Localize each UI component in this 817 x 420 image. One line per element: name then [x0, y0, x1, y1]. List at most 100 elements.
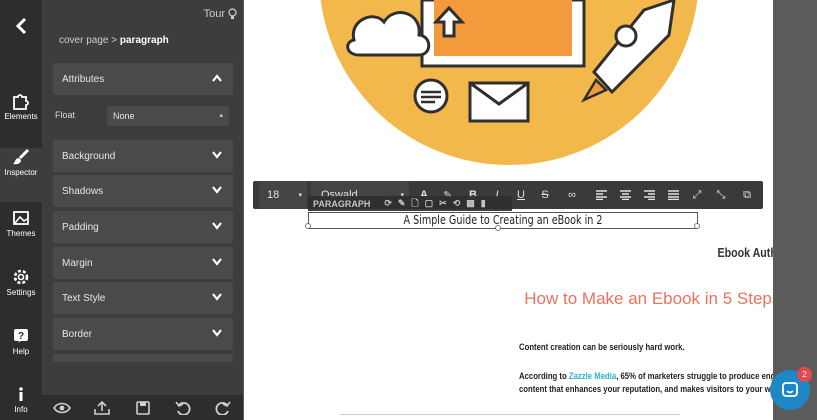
inspector-panel: Tour cover page > paragraph Attributes F… [42, 0, 243, 395]
rail-item-label: Elements [4, 112, 38, 121]
underline-icon: U [517, 189, 525, 201]
info-icon [19, 387, 23, 401]
breadcrumb-parent[interactable]: cover page [59, 35, 108, 46]
tour-label: Tour [203, 8, 225, 20]
body-text: According to [519, 371, 569, 381]
breadcrumb-separator: > [111, 35, 118, 46]
chevron-down-icon [212, 151, 222, 159]
rail-item-settings[interactable]: Settings [0, 268, 42, 322]
body-paragraph-1[interactable]: Content creation can be seriously hard w… [519, 341, 773, 354]
undo-button[interactable] [163, 395, 203, 420]
author-text[interactable]: Ebook Author [536, 245, 773, 260]
bottom-toolbar [42, 395, 243, 420]
zazzle-media-link[interactable]: Zazzle Media [569, 371, 616, 381]
eye-icon [53, 402, 72, 413]
section-label: Border [62, 328, 93, 340]
split-button[interactable]: ⧉ [737, 181, 757, 209]
float-value: None [113, 111, 135, 121]
strikethrough-icon: S [541, 189, 549, 201]
rail-item-info[interactable]: Info [0, 385, 42, 420]
publish-button[interactable] [82, 395, 122, 420]
align-left-button[interactable] [593, 181, 609, 209]
float-select[interactable]: None ▴ [107, 106, 229, 126]
redo-button[interactable] [203, 395, 243, 420]
chevron-down-icon [212, 258, 222, 266]
chevron-left-icon [15, 17, 27, 35]
rail-item-inspector[interactable]: Inspector [0, 148, 42, 202]
section-margin[interactable]: Margin [53, 247, 233, 279]
resize-handle[interactable] [305, 223, 311, 229]
brush-icon [13, 148, 30, 165]
expand-button[interactable]: ⤢ [689, 181, 705, 209]
section-label: Shadows [62, 185, 104, 197]
left-rail: Elements Inspector Themes Settings ? Hel… [0, 0, 42, 420]
chevron-down-icon [212, 222, 222, 230]
expand-icon: ⤢ [692, 188, 702, 201]
resize-handle[interactable] [694, 223, 700, 229]
justify-icon [667, 190, 679, 200]
float-label: Float [55, 110, 76, 120]
rail-item-themes[interactable]: Themes [0, 209, 42, 263]
collapse-button[interactable]: ⤡ [713, 181, 729, 209]
link-button[interactable]: ∞ [563, 181, 581, 209]
undo-icon [175, 401, 191, 415]
chevron-down-icon [212, 329, 222, 337]
section-label: Background [62, 150, 116, 162]
paragraph-text[interactable]: A Simple Guide to Creating an eBook in 2 [349, 213, 658, 227]
cover-illustration [320, 0, 698, 165]
section-shadows[interactable]: Shadows [53, 175, 233, 207]
preview-button[interactable] [42, 395, 82, 420]
chevron-down-icon [212, 293, 222, 301]
collapse-icon: ⤡ [716, 188, 726, 201]
breadcrumb-current: paragraph [119, 35, 169, 46]
select-arrows-icon: ▴ [219, 112, 223, 119]
split-icon: ⧉ [743, 188, 751, 201]
align-center-button[interactable] [617, 181, 633, 209]
chevron-down-icon [212, 186, 222, 194]
align-right-icon [643, 190, 655, 200]
rail-item-elements[interactable]: Elements [0, 92, 42, 146]
image-icon [13, 211, 29, 225]
rail-item-help[interactable]: ? Help [0, 327, 42, 381]
align-right-button[interactable] [641, 181, 657, 209]
section-attributes[interactable]: Attributes [53, 63, 233, 95]
chat-icon [782, 382, 798, 397]
rail-item-label: Settings [6, 288, 36, 297]
section-border[interactable]: Border [53, 318, 233, 350]
caret-icon: ▾ [298, 192, 302, 199]
svg-text:?: ? [18, 331, 24, 342]
save-icon [135, 400, 150, 415]
link-icon: ∞ [568, 189, 576, 201]
element-actions[interactable]: ⟳✎🗋▢✂⟲▦▮ [384, 196, 491, 212]
section-next-partial[interactable] [53, 354, 233, 362]
divider-line [340, 414, 680, 415]
back-button[interactable] [0, 0, 42, 52]
puzzle-icon [13, 94, 29, 110]
headline-text[interactable]: How to Make an Ebook in 5 Steps Without … [488, 289, 773, 309]
section-background[interactable]: Background [53, 140, 233, 172]
app-root: Elements Inspector Themes Settings ? Hel… [0, 0, 817, 420]
element-tag-label: PARAGRAPH [313, 198, 371, 209]
font-size-select[interactable]: 18 ▾ [259, 181, 307, 209]
section-padding[interactable]: Padding [53, 211, 233, 243]
help-icon: ? [14, 329, 28, 343]
section-text-style[interactable]: Text Style [53, 282, 233, 314]
upload-icon [94, 400, 111, 415]
strikethrough-button[interactable]: S [537, 181, 553, 209]
body-paragraph-2[interactable]: According to Zazzle Media, 65% of market… [519, 370, 773, 396]
chevron-up-icon [212, 74, 222, 82]
section-label: Attributes [62, 73, 105, 85]
chat-badge: 2 [797, 367, 812, 382]
redo-icon [215, 401, 231, 415]
align-left-icon [595, 190, 607, 200]
save-button[interactable] [122, 395, 162, 420]
tour-button[interactable]: Tour [204, 8, 237, 20]
rail-item-label: Help [12, 347, 30, 356]
section-label: Text Style [62, 292, 106, 304]
element-tag: PARAGRAPH ⟳✎🗋▢✂⟲▦▮ [308, 196, 512, 211]
font-size-value: 18 [267, 189, 280, 201]
underline-button[interactable]: U [513, 181, 529, 209]
justify-button[interactable] [665, 181, 681, 209]
rail-item-label: Themes [6, 229, 36, 238]
gear-icon [13, 269, 29, 285]
